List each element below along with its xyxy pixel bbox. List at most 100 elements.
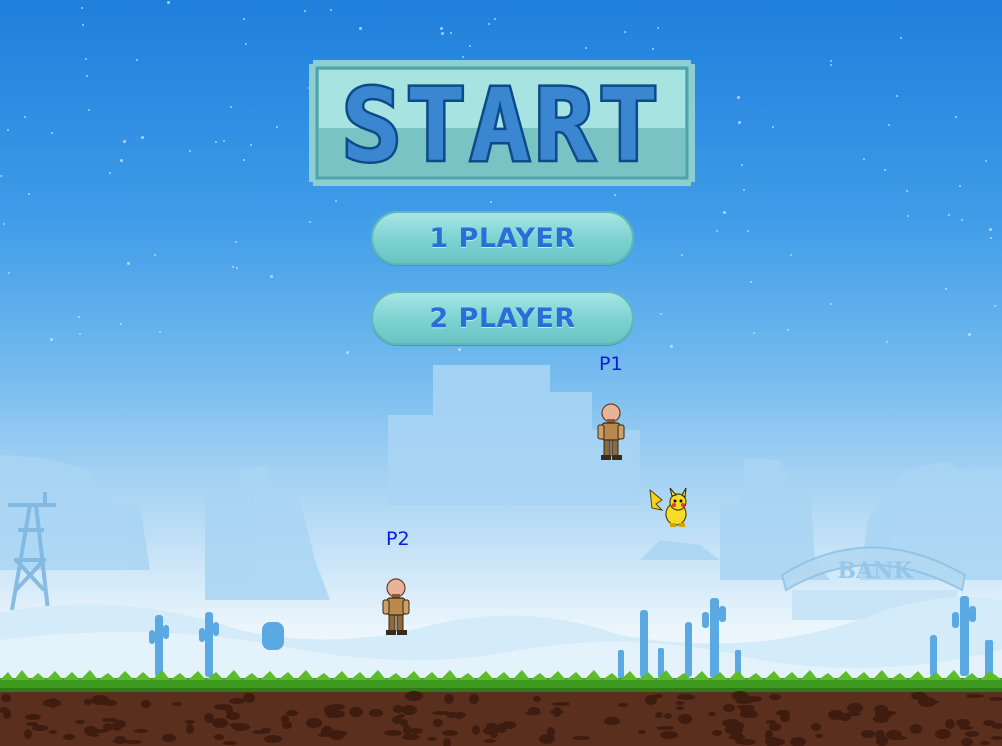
dirt-spot bbox=[676, 706, 684, 710]
dirt-spot bbox=[828, 710, 844, 720]
dirt-spot bbox=[172, 702, 182, 706]
dirt-spot bbox=[678, 714, 692, 724]
dirt-spot bbox=[384, 730, 402, 736]
dirt-spot bbox=[103, 723, 113, 731]
dirt-spot bbox=[162, 734, 176, 742]
dirt-spot bbox=[483, 727, 499, 735]
dirt-spot bbox=[472, 725, 480, 735]
dirt-spot bbox=[734, 729, 742, 737]
dirt-spot bbox=[910, 724, 922, 734]
dirt-spot bbox=[26, 722, 38, 726]
dirt-spot bbox=[225, 706, 233, 714]
dirt-spot bbox=[212, 718, 228, 728]
start-title: START bbox=[341, 67, 662, 184]
dirt-spot bbox=[103, 700, 117, 706]
dirt-spot bbox=[677, 694, 695, 700]
dirt-spot bbox=[664, 713, 672, 719]
dirt-spot bbox=[49, 730, 57, 734]
pikachu-sprite bbox=[649, 488, 687, 527]
dirt-spot bbox=[861, 730, 875, 738]
dirt-spot bbox=[780, 714, 790, 722]
dirt-spot bbox=[433, 719, 443, 727]
dirt-spot bbox=[392, 716, 402, 724]
dirt-spot bbox=[484, 739, 496, 743]
dirt-spot bbox=[847, 703, 863, 713]
dirt-spot bbox=[945, 719, 955, 729]
dirt-spot bbox=[232, 723, 250, 731]
dirt-spot bbox=[442, 730, 458, 736]
dirt-spot bbox=[223, 741, 237, 745]
dirt-spot bbox=[134, 729, 148, 733]
dirt-spot bbox=[306, 718, 322, 728]
dirt-spot bbox=[966, 694, 984, 698]
dirt-spot bbox=[186, 724, 194, 734]
dirt-spot bbox=[286, 710, 298, 716]
dirt-spot bbox=[638, 730, 646, 734]
two-player-button[interactable]: 2 PLAYER bbox=[371, 291, 634, 345]
dirt-spot bbox=[743, 714, 757, 718]
dirt-spot bbox=[886, 711, 896, 715]
dirt-spot bbox=[769, 694, 781, 700]
game-scene: BANK START 1 PLAYER 2 PLAYER P1 P2 bbox=[0, 0, 1002, 746]
dirt-spot bbox=[645, 695, 657, 705]
dirt-spot bbox=[24, 729, 32, 739]
dirt-spot bbox=[980, 741, 990, 745]
dirt-spot bbox=[25, 714, 41, 720]
dirt-spot bbox=[252, 730, 270, 734]
dirt-spot bbox=[243, 693, 255, 703]
dirt-spot bbox=[736, 700, 752, 704]
dirt-spot bbox=[769, 723, 781, 731]
dirt-spot bbox=[533, 696, 541, 702]
dirt-spot bbox=[712, 730, 722, 736]
dirt-spot bbox=[886, 730, 902, 740]
dirt-spot bbox=[405, 691, 423, 701]
dirt-spot bbox=[660, 731, 678, 739]
dirt-spot bbox=[446, 712, 458, 718]
dirt-spot bbox=[572, 736, 590, 740]
dirt-spot bbox=[229, 698, 245, 704]
player-one-label: P1 bbox=[599, 353, 623, 375]
dirt-spot bbox=[349, 707, 363, 717]
dirt-spot bbox=[961, 738, 973, 746]
player-one-sprite bbox=[597, 403, 625, 460]
dirt-spot bbox=[402, 734, 420, 740]
dirt-spot bbox=[723, 704, 735, 712]
dirt-spot bbox=[618, 703, 628, 707]
dirt-spot bbox=[32, 725, 48, 731]
dirt-spot bbox=[393, 705, 403, 713]
dirt-spot bbox=[655, 712, 663, 718]
dirt-spot bbox=[965, 731, 979, 737]
dirt-spot bbox=[369, 709, 383, 717]
dirt-spot bbox=[656, 726, 674, 730]
dirt-spot bbox=[84, 699, 92, 705]
dirt-spot bbox=[875, 730, 885, 740]
dirt-spot bbox=[604, 717, 620, 725]
dirt-spot bbox=[113, 738, 127, 744]
dirt-spot bbox=[918, 697, 936, 707]
dirt-spot bbox=[676, 701, 684, 705]
dirt-spot bbox=[811, 723, 821, 731]
dirt-spot bbox=[141, 700, 151, 708]
dirt-spot bbox=[777, 739, 785, 745]
dirt-spot bbox=[708, 712, 716, 716]
dirt-spot bbox=[1, 694, 11, 702]
dirt-spot bbox=[547, 727, 555, 737]
one-player-button[interactable]: 1 PLAYER bbox=[371, 211, 634, 265]
dirt-spot bbox=[75, 720, 85, 724]
dirt-spot bbox=[334, 731, 348, 735]
dirt-spot bbox=[114, 720, 126, 728]
dirt-spot bbox=[282, 721, 292, 729]
dirt-spot bbox=[264, 735, 282, 743]
dirt-spot bbox=[815, 734, 823, 738]
start-title-banner: START bbox=[309, 60, 695, 186]
dirt-spot bbox=[204, 713, 214, 723]
dirt-spot bbox=[444, 694, 454, 704]
dirt-spot bbox=[214, 734, 224, 740]
dirt-spot bbox=[409, 728, 423, 734]
dirt-spot bbox=[63, 734, 75, 740]
dirt-spot bbox=[528, 707, 540, 715]
dirt-spot bbox=[552, 702, 570, 706]
dirt-spot bbox=[553, 709, 561, 717]
dirt-spot bbox=[469, 694, 479, 704]
player-two-label: P2 bbox=[386, 528, 410, 550]
